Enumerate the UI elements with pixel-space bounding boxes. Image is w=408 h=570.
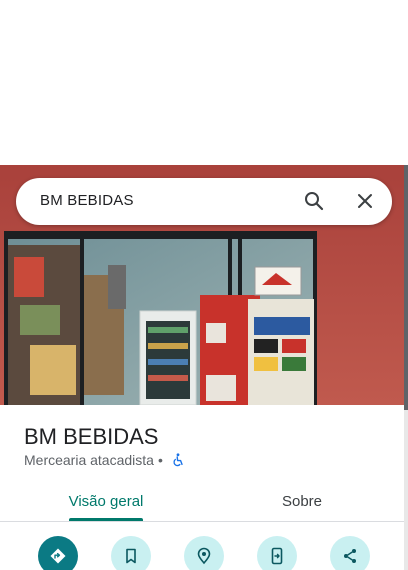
place-title: BM BEBIDAS: [24, 424, 159, 449]
blank-area: [0, 0, 408, 165]
tab-overview[interactable]: Visão geral: [36, 480, 176, 522]
search-bar[interactable]: BM BEBIDAS: [16, 178, 392, 225]
action-buttons: [0, 536, 404, 570]
save-button[interactable]: [111, 536, 151, 570]
search-input[interactable]: BM BEBIDAS: [40, 192, 134, 209]
selected-tab-indicator: [69, 518, 143, 521]
nearby-icon: [197, 547, 211, 565]
tab-about[interactable]: Sobre: [232, 480, 372, 522]
directions-icon: [50, 548, 66, 564]
nearby-button[interactable]: [184, 536, 224, 570]
place-category[interactable]: Mercearia atacadista: [24, 452, 154, 468]
scrollbar[interactable]: [404, 165, 408, 570]
send-to-phone-icon: [271, 547, 283, 565]
separator-dot: •: [157, 452, 163, 468]
share-icon: [344, 549, 356, 563]
send-to-phone-button[interactable]: [257, 536, 297, 570]
close-icon[interactable]: [353, 189, 377, 213]
save-icon: [126, 548, 136, 564]
share-button[interactable]: [330, 536, 370, 570]
scrollbar-thumb[interactable]: [404, 165, 408, 410]
search-icon[interactable]: [302, 189, 326, 213]
place-subtitle: Mercearia atacadista •: [24, 451, 185, 469]
wheelchair-accessible-icon: [171, 453, 185, 467]
directions-button[interactable]: [38, 536, 78, 570]
tab-bar: Visão geral Sobre: [0, 480, 404, 522]
